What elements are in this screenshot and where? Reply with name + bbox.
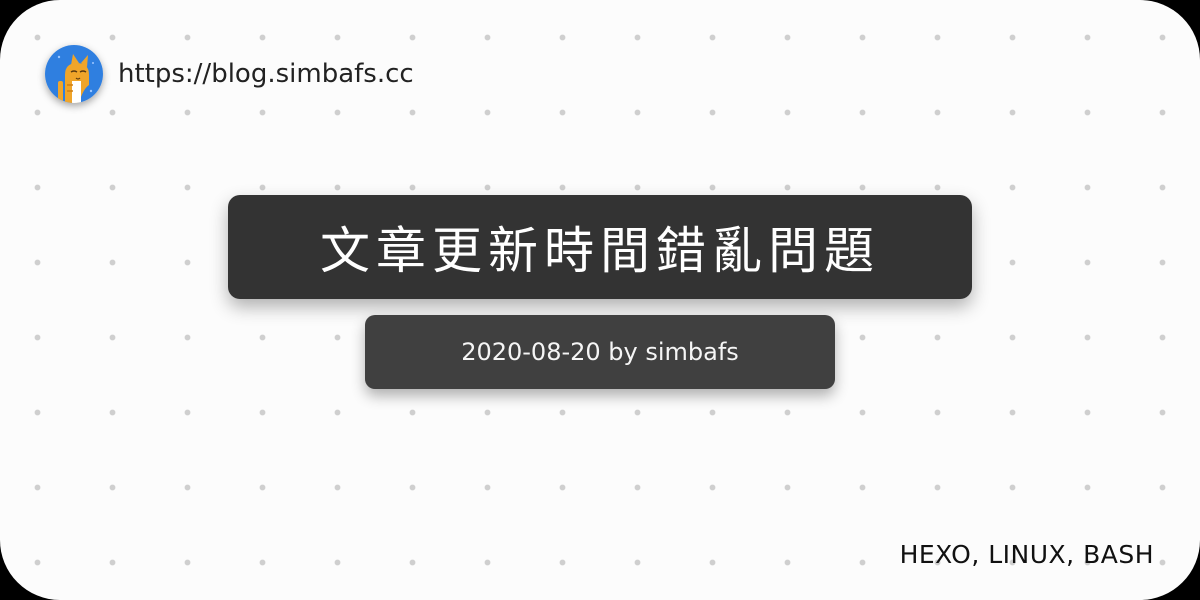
post-tags: HEXO, LINUX, BASH [899,540,1154,569]
post-meta-box: 2020-08-20 by simbafs [365,315,835,389]
post-meta: 2020-08-20 by simbafs [461,338,739,366]
post-title-box: 文章更新時間錯亂問題 [228,195,972,299]
social-card: https://blog.simbafs.cc 文章更新時間錯亂問題 2020-… [0,0,1200,600]
site-url[interactable]: https://blog.simbafs.cc [118,56,414,92]
cat-avatar-icon [45,45,103,103]
post-title: 文章更新時間錯亂問題 [320,222,880,280]
